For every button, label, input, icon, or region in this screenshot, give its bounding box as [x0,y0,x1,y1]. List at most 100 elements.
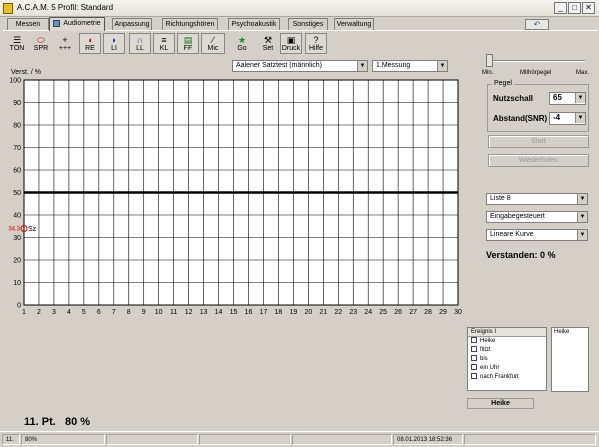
question-icon: ? [313,35,319,45]
event-item-label: ein Uhr [480,365,500,371]
repeat-button[interactable]: Wiederholen [488,154,589,167]
toolbar-label: LL [136,45,144,52]
chevron-down-icon: ▼ [577,212,587,222]
curve-select[interactable]: Lineare Kurve ▼ [486,229,588,241]
event-item[interactable]: flitzt [468,346,546,355]
toolbar-button-ll[interactable]: ∩ LL [129,33,151,54]
tab-audiometrie[interactable]: Audiometrie [49,17,105,31]
event-item-label: bis [480,356,488,362]
test-select[interactable]: Aalener Satztest (männlich) ▼ [232,60,368,72]
slider-max-label: Max. [576,70,590,76]
undo-arrow-icon[interactable]: ↶ [525,19,549,30]
tab-sonstiges[interactable]: Sonstiges [288,18,328,30]
chevron-down-icon: ▼ [357,61,367,71]
toolbar-label: Go [237,45,247,52]
y-tick-label: 10 [13,280,21,287]
tab-psychoakustik[interactable]: Psychoakustik [228,18,280,30]
noise-level-select[interactable]: 65 ▼ [549,92,586,105]
x-tick-label: 8 [127,309,131,316]
status-datetime: 08.01.2013 18:52:36 [393,434,463,445]
checkbox[interactable] [471,364,477,371]
toolbar-button-mic[interactable]: ∕ Mic [201,33,225,54]
toolbar-label: LI [111,45,117,52]
speaker-icon: ▤ [183,35,193,45]
x-tick-label: 22 [334,309,342,316]
toolbar-button-set[interactable]: ⚒ Set [257,33,279,54]
speech-audiogram-chart[interactable]: 0102030405060708090100 1 2 3 4 5 6 7 8 9 10 11 12 13… [0,77,470,321]
right-ear-icon: ◖ [87,35,93,45]
event-list-header: Ereignis I [468,328,546,337]
tab-verwaltung[interactable]: Verwaltung [334,18,374,30]
event-item[interactable]: nach Frankfurt [468,373,546,382]
x-tick-label: 27 [409,309,417,316]
toolbar-label: FF [183,45,193,52]
toolbar-label: +++ [58,45,72,52]
noise-level-value: 65 [553,93,562,102]
checkbox[interactable] [471,346,477,353]
toolbar-button-spr[interactable]: ⬭ SPR [30,33,52,54]
x-tick-label: 9 [142,309,146,316]
snr-select[interactable]: -4 ▼ [549,112,586,125]
toolbar-button-li[interactable]: ◗ LI [103,33,125,54]
tab-messen[interactable]: Messen [7,18,49,30]
y-axis-label: Verst. / % [11,69,41,76]
toolbar-button-re[interactable]: ◖ RE [79,33,101,54]
x-tick-label: 19 [289,309,297,316]
event-list[interactable]: Ereignis I Heike flitzt bis ein Uhr nach… [467,327,547,391]
x-tick-label: 23 [349,309,357,316]
title-bar: A.C.A.M. 5 Profil: Standard _ □ ✕ [0,0,599,17]
x-tick-label: 16 [245,309,253,316]
toolbar-label: SPR [33,45,49,52]
monitor-level-slider-thumb[interactable] [486,54,493,67]
x-tick-label: 2 [37,309,41,316]
y-tick-label: 70 [13,145,21,152]
checkbox[interactable] [471,355,477,362]
toolbar-button-go[interactable]: ★ Go [231,33,253,54]
sliders-icon: ☰ [12,35,22,45]
event-item[interactable]: ein Uhr [468,364,546,373]
y-tick-label: 60 [13,168,21,175]
checkbox[interactable] [471,337,477,344]
printer-icon: ▣ [286,35,296,45]
monitor-level-slider-track[interactable] [489,60,585,62]
tools-icon: ⚒ [263,35,273,45]
tab-anpassung[interactable]: Anpassung [112,18,152,30]
toolbar-label: TON [9,45,25,52]
event-item[interactable]: bis [468,355,546,364]
toolbar-button-druck[interactable]: ▣ Druck [280,33,302,54]
x-tick-label: 1 [22,309,26,316]
toolbar-label: Druck [281,45,301,52]
y-tick-label: 20 [13,258,21,265]
mode-select[interactable]: Eingabegesteuert ▼ [486,211,588,223]
tab-row: Messen Audiometrie Anpassung Richtungshö… [0,17,599,31]
minimize-button[interactable]: _ [554,2,567,14]
measurement-select-value: 1.Messung [376,62,411,69]
close-button[interactable]: ✕ [582,2,595,14]
toolbar-button-ton[interactable]: ☰ TON [6,33,28,54]
snr-value: -4 [553,113,561,122]
list-select[interactable]: Liste 8 ▼ [486,193,588,205]
status-cell-empty [199,434,291,445]
event-item[interactable]: Heike [468,337,546,346]
checkbox[interactable] [471,373,477,380]
x-tick-label: 5 [82,309,86,316]
x-tick-label: 25 [379,309,387,316]
y-tick-label: 80 [13,123,21,130]
status-cell-empty [292,434,392,445]
maximize-button[interactable]: □ [568,2,581,14]
start-button[interactable]: Start [488,135,589,148]
mode-select-value: Eingabegesteuert [490,213,545,220]
chevron-down-icon: ▼ [577,194,587,204]
measurement-select[interactable]: 1.Messung ▼ [372,60,448,72]
event-item-label: Heike [480,338,496,344]
toolbar-button-plus[interactable]: + +++ [54,33,76,54]
x-tick-label: 6 [97,309,101,316]
tab-richtungshoeren[interactable]: Richtungshören [162,18,218,30]
chevron-down-icon: ▼ [437,61,447,71]
toolbar-button-kl[interactable]: ≡ KL [153,33,175,54]
x-tick-label: 21 [319,309,327,316]
y-tick-label: 0 [17,303,21,310]
toolbar-button-ff[interactable]: ▤ FF [177,33,199,54]
toolbar-button-hilfe[interactable]: ? Hilfe [305,33,327,54]
status-cell-percent: 80% [21,434,105,445]
